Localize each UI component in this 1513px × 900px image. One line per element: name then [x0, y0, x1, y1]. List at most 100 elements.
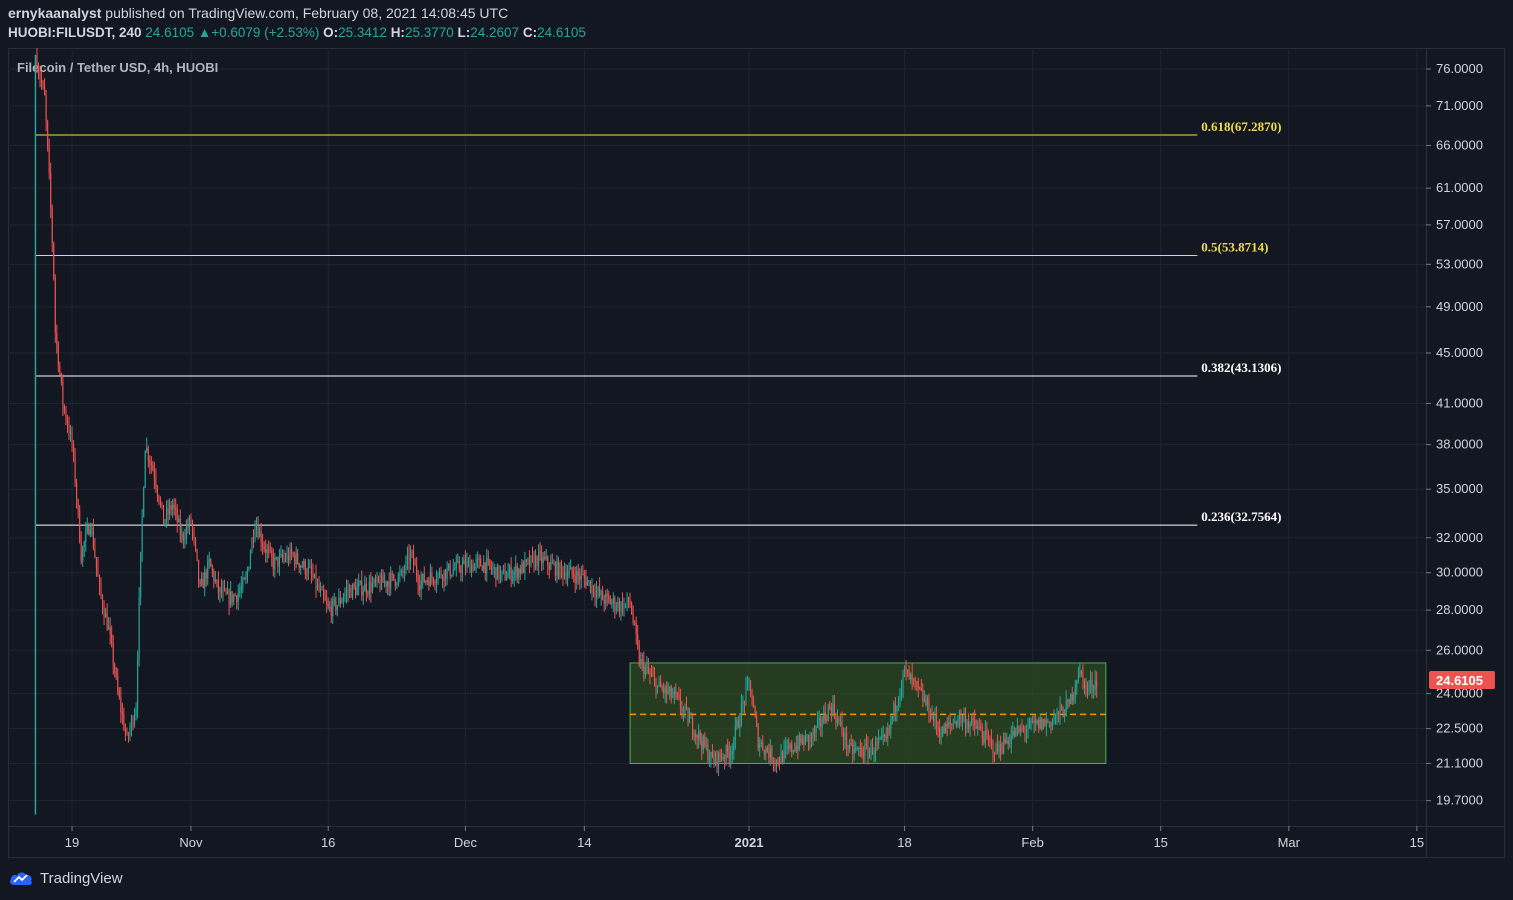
fib-level-label: 0.5(53.8714): [1201, 239, 1268, 254]
candle-body: [696, 734, 698, 739]
candle-body: [751, 696, 753, 704]
candle-body: [428, 580, 430, 587]
time-tick-label: 14: [577, 835, 591, 850]
candle-body: [911, 674, 913, 679]
candle-body: [998, 743, 1000, 752]
candle-body: [827, 706, 829, 721]
candle-body: [260, 531, 262, 544]
candle-body: [579, 575, 581, 580]
candle-body: [397, 574, 399, 585]
candle-body: [161, 502, 163, 505]
chart-frame[interactable]: 76.0000 71.0000 66.0000 61.0000 57.0000 53.00…: [8, 48, 1505, 858]
candle-body: [193, 530, 195, 539]
price-change: +0.6079 (+2.53%): [211, 25, 320, 40]
candle-body: [937, 725, 939, 730]
candle-body: [865, 744, 867, 746]
candle-body: [356, 586, 358, 596]
candle-body: [292, 553, 294, 556]
candle-body: [929, 716, 931, 719]
candle-body: [103, 608, 105, 618]
candle-body: [563, 573, 566, 577]
candle-body: [50, 172, 52, 209]
candle-body: [719, 752, 721, 758]
candle-body: [274, 557, 276, 570]
candle-body: [280, 554, 282, 556]
candle-body: [159, 502, 162, 504]
candle-body: [641, 659, 643, 661]
candle-body: [467, 560, 470, 562]
candle-body: [791, 743, 793, 752]
candle-body: [381, 574, 383, 589]
candle-body: [844, 732, 846, 741]
candle-body: [618, 602, 620, 612]
candle-body: [971, 718, 973, 724]
candle-body: [669, 686, 671, 692]
candle-body: [228, 591, 230, 605]
candle-body: [620, 602, 622, 612]
candle-body: [753, 703, 755, 708]
candle-body: [1094, 680, 1096, 690]
candle-body: [89, 529, 91, 535]
candle-body: [766, 747, 768, 752]
candle-body: [614, 598, 616, 610]
tradingview-brand[interactable]: TradingView: [8, 869, 123, 887]
candle-body: [856, 748, 858, 750]
author-name[interactable]: ernykaanalyst: [8, 5, 101, 21]
candle-body: [344, 593, 346, 598]
symbol-name[interactable]: HUOBI:FILUSDT, 240: [8, 25, 142, 40]
candle-body: [981, 730, 983, 738]
candle-body: [486, 558, 488, 573]
candle-body: [940, 736, 942, 738]
candle-body: [1083, 678, 1085, 690]
candle-body: [249, 552, 251, 568]
candle-body: [306, 574, 308, 576]
candle-body: [948, 722, 950, 727]
candle-body: [330, 607, 332, 617]
candle-body: [621, 602, 624, 612]
candle-body: [545, 556, 547, 559]
price-chart[interactable]: 76.0000 71.0000 66.0000 61.0000 57.0000 53.00…: [8, 48, 1505, 858]
candle-body: [211, 566, 213, 571]
candle-body: [275, 556, 277, 558]
candle-body: [987, 734, 989, 739]
candle-body: [742, 701, 744, 704]
candle-body: [896, 705, 898, 713]
candle-body: [320, 589, 322, 591]
candle-body: [632, 613, 634, 623]
candle-body: [574, 577, 576, 584]
candle-body: [111, 633, 113, 643]
candle-body: [227, 591, 229, 594]
candle-body: [945, 724, 947, 734]
candle-body: [623, 603, 625, 612]
candle-body: [286, 553, 288, 560]
candle-body: [312, 573, 314, 578]
low-value: 24.2607: [470, 25, 520, 40]
candle-body: [1000, 743, 1002, 752]
candle-body: [871, 743, 874, 755]
candle-body: [580, 573, 582, 580]
candle-body: [324, 596, 326, 601]
candle-body: [862, 755, 864, 757]
candle-body: [589, 580, 591, 592]
candle-body: [105, 613, 107, 618]
candle-body: [824, 712, 826, 720]
candle-body: [1048, 721, 1050, 723]
candle-body: [222, 588, 224, 594]
candle-body: [155, 478, 157, 488]
candle-body: [513, 571, 515, 577]
candle-body: [150, 463, 152, 466]
candle-body: [992, 741, 994, 754]
candle-body: [847, 747, 849, 749]
candle-body: [533, 556, 535, 568]
candle-body: [806, 734, 808, 736]
candle-body: [141, 516, 143, 552]
candle-body: [1090, 680, 1092, 687]
candle-body: [1033, 720, 1035, 723]
candle-body: [429, 572, 431, 587]
candle-body: [188, 517, 190, 528]
candle-body: [315, 573, 317, 589]
candle-body: [635, 623, 637, 635]
candle-body: [922, 690, 924, 701]
candle-body: [571, 567, 573, 574]
candle-body: [126, 732, 128, 734]
